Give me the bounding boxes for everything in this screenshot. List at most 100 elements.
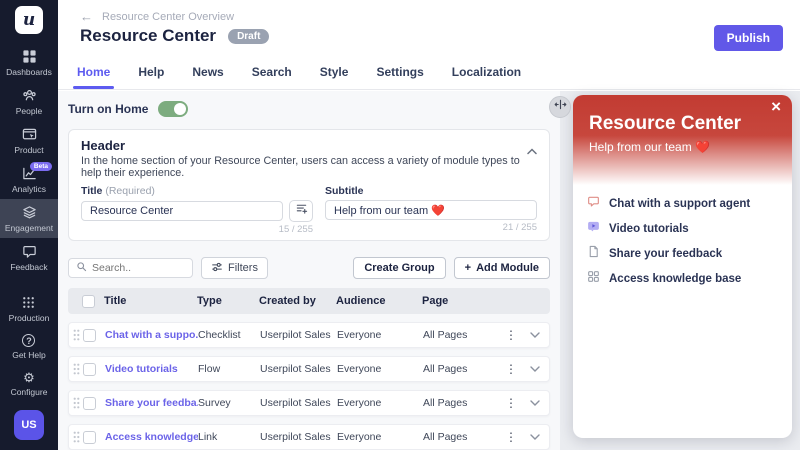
subtitle-char-counter: 21 / 255 [325, 222, 537, 233]
panel-resize-handle[interactable] [549, 96, 571, 118]
tab-search[interactable]: Search [248, 65, 296, 89]
sidebar-item-dashboards[interactable]: Dashboards [0, 43, 58, 82]
back-arrow-icon[interactable]: ← [80, 9, 93, 24]
configure-icon: ⚙ [23, 371, 35, 384]
sidebar-item-engagement[interactable]: Engagement [0, 199, 58, 238]
userpilot-logo[interactable]: u [15, 6, 43, 34]
search-box[interactable] [68, 258, 193, 278]
row-menu-kebab-icon[interactable]: ⋮ [501, 396, 521, 410]
user-avatar[interactable]: US [14, 410, 44, 440]
collapse-card-button[interactable] [527, 142, 537, 160]
turn-on-home-toggle[interactable] [158, 101, 188, 117]
preview-item-label: Chat with a support agent [609, 198, 750, 210]
add-module-label: Add Module [476, 262, 539, 274]
table-row: Share your feedba... Survey Userpilot Sa… [68, 390, 550, 416]
table-row: Access knowledge ... Link Userpilot Sale… [68, 424, 550, 450]
get-help-icon: ? [22, 334, 35, 347]
card-description: In the home section of your Resource Cen… [81, 155, 537, 179]
row-menu-kebab-icon[interactable]: ⋮ [501, 328, 521, 342]
cell-type: Flow [198, 363, 260, 375]
avatar-initials: US [21, 419, 36, 431]
drag-handle-icon[interactable] [73, 329, 83, 341]
row-menu-kebab-icon[interactable]: ⋮ [501, 362, 521, 376]
create-group-label: Create Group [364, 262, 434, 274]
tab-settings[interactable]: Settings [372, 65, 427, 89]
module-title-link[interactable]: Share your feedba... [105, 397, 198, 409]
drag-handle-icon[interactable] [73, 397, 83, 409]
module-title-link[interactable]: Video tutorials [105, 363, 198, 375]
preview-subtitle: Help from our team ❤️ [589, 140, 776, 154]
row-expand-chevron-icon[interactable] [530, 329, 540, 341]
drag-handle-icon[interactable] [73, 431, 83, 443]
close-icon[interactable]: × [771, 97, 781, 117]
sidebar-item-feedback[interactable]: Feedback [0, 238, 58, 277]
sidebar-item-production[interactable]: Production [9, 289, 50, 328]
row-expand-chevron-icon[interactable] [530, 431, 540, 443]
header-settings-card: Header In the home section of your Resou… [68, 129, 550, 241]
cell-audience: Everyone [337, 431, 423, 443]
title-label-text: Title [81, 185, 102, 197]
cell-audience: Everyone [337, 363, 423, 375]
preview-item-label: Share your feedback [609, 248, 722, 260]
tab-localization[interactable]: Localization [448, 65, 525, 89]
preview-module-list: Chat with a support agent Video tutorial… [573, 185, 792, 297]
select-all-checkbox[interactable] [82, 295, 95, 308]
sidebar-item-label: Product [14, 145, 43, 155]
sidebar-item-label: Engagement [5, 223, 53, 233]
tab-style[interactable]: Style [316, 65, 353, 89]
sidebar-item-get-help[interactable]: ? Get Help [12, 328, 46, 365]
filters-button[interactable]: Filters [201, 257, 268, 279]
tab-help[interactable]: Help [134, 65, 168, 89]
chat-icon [587, 195, 600, 213]
row-checkbox[interactable] [83, 363, 96, 376]
cell-type: Checklist [198, 329, 260, 341]
subtitle-label-text: Subtitle [325, 185, 364, 197]
breadcrumb[interactable]: ← Resource Center Overview [80, 9, 234, 24]
sidebar-item-product[interactable]: Product [0, 121, 58, 160]
row-expand-chevron-icon[interactable] [530, 363, 540, 375]
row-checkbox[interactable] [83, 397, 96, 410]
preview-item-video[interactable]: Video tutorials [587, 216, 778, 241]
sidebar-item-analytics[interactable]: Beta Analytics [0, 160, 58, 199]
title-char-counter: 15 / 255 [81, 224, 313, 235]
drag-handle-icon[interactable] [73, 363, 83, 375]
title-input[interactable] [81, 201, 283, 221]
module-title-link[interactable]: Chat with a suppo... [105, 329, 198, 341]
filters-label: Filters [228, 262, 258, 274]
preview-zone: × Resource Center Help from our team ❤️ … [560, 91, 800, 450]
sidebar-item-configure[interactable]: ⚙ Configure [11, 365, 48, 402]
row-checkbox[interactable] [83, 329, 96, 342]
publish-button[interactable]: Publish [714, 25, 783, 51]
preview-item-knowledge[interactable]: Access knowledge base [587, 266, 778, 291]
cell-page: All Pages [423, 431, 501, 443]
row-expand-chevron-icon[interactable] [530, 397, 540, 409]
question-glyph: ? [26, 336, 32, 346]
resource-center-preview: × Resource Center Help from our team ❤️ … [573, 95, 792, 438]
search-icon [76, 259, 87, 277]
tab-news[interactable]: News [188, 65, 227, 89]
cell-page: All Pages [423, 397, 501, 409]
create-group-button[interactable]: Create Group [353, 257, 445, 279]
horizontal-resize-icon [554, 98, 567, 116]
beta-badge: Beta [30, 162, 52, 171]
preview-item-chat[interactable]: Chat with a support agent [587, 191, 778, 216]
document-icon [587, 245, 600, 263]
required-hint: (Required) [105, 185, 155, 197]
tab-home[interactable]: Home [73, 65, 114, 89]
row-checkbox[interactable] [83, 431, 96, 444]
search-input[interactable] [92, 262, 185, 274]
module-title-link[interactable]: Access knowledge ... [105, 431, 198, 443]
subtitle-input[interactable] [325, 200, 537, 220]
sidebar-item-label: Configure [11, 387, 48, 397]
card-title: Header [81, 138, 537, 153]
preview-item-label: Video tutorials [609, 223, 689, 235]
cell-created-by: Userpilot Sales [260, 363, 337, 375]
breadcrumb-label: Resource Center Overview [102, 11, 234, 23]
add-module-button[interactable]: + Add Module [454, 257, 550, 279]
preview-item-feedback[interactable]: Share your feedback [587, 241, 778, 266]
row-menu-kebab-icon[interactable]: ⋮ [501, 430, 521, 444]
insert-variable-button[interactable] [289, 200, 313, 222]
column-audience: Audience [336, 295, 422, 307]
sidebar-item-people[interactable]: People [0, 82, 58, 121]
cell-type: Survey [198, 397, 260, 409]
